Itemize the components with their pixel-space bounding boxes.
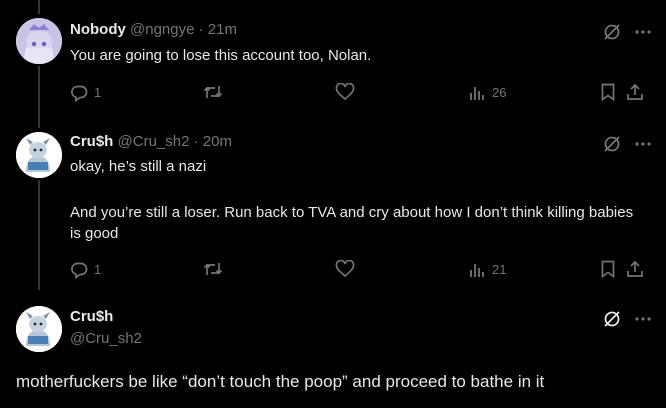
action-bar: 1 26: [70, 83, 652, 103]
like-button[interactable]: [335, 260, 355, 278]
separator: ·: [193, 133, 199, 150]
more-icon[interactable]: [634, 310, 652, 328]
bookmark-button[interactable]: [600, 260, 616, 278]
views-icon: [470, 264, 484, 277]
tweet-top-icons: [602, 134, 652, 154]
display-name[interactable]: Cru$h: [70, 307, 142, 327]
tweet-text-line-2: And you’re still a loser. Run back to TV…: [70, 204, 634, 242]
reply-count: 1: [94, 85, 102, 100]
bookmark-button[interactable]: [600, 83, 616, 101]
avatar[interactable]: [16, 132, 62, 178]
reply-count: 1: [94, 262, 102, 277]
grok-icon[interactable]: [602, 309, 622, 329]
reply-button[interactable]: 1: [70, 83, 101, 103]
display-name[interactable]: Nobody: [70, 21, 126, 38]
avatar[interactable]: [16, 18, 62, 64]
reply-button[interactable]: 1: [70, 260, 101, 280]
like-icon: [335, 83, 355, 101]
views-button[interactable]: 21: [468, 260, 506, 280]
retweet-button[interactable]: [203, 260, 223, 278]
main-tweet-text: motherfuckers be like “don’t touch the p…: [16, 372, 545, 391]
handle[interactable]: @Cru_sh2: [70, 329, 142, 349]
timestamp[interactable]: 20m: [203, 133, 232, 150]
timestamp[interactable]: 21m: [208, 21, 237, 38]
like-icon: [335, 260, 355, 278]
tweet-main[interactable]: Cru$h @Cru_sh2 motherfuckers be like “do…: [0, 290, 666, 408]
handle[interactable]: @Cru_sh2: [118, 133, 190, 150]
views-icon: [470, 87, 484, 100]
avatar[interactable]: [16, 306, 62, 352]
tweet-header: Nobody @ngngye · 21m: [70, 20, 237, 40]
retweet-icon: [203, 86, 223, 98]
reply-icon: [71, 85, 88, 102]
action-bar: 1 21: [70, 260, 652, 280]
tweet-top-icons: [602, 22, 652, 42]
separator: ·: [198, 21, 204, 38]
tweet-text-line-1: okay, he’s still a nazi: [70, 158, 207, 175]
bookmark-icon: [601, 260, 615, 278]
retweet-button[interactable]: [203, 83, 223, 101]
grok-icon[interactable]: [602, 22, 622, 42]
views-count: 21: [492, 262, 507, 277]
tweet-text: You are going to lose this account too, …: [70, 47, 372, 64]
share-button[interactable]: [626, 83, 644, 101]
reply-icon: [71, 262, 88, 279]
share-button[interactable]: [626, 260, 644, 278]
tweet-crush-reply[interactable]: Cru$h @Cru_sh2 · 20m okay, he’s still a …: [0, 120, 666, 290]
more-icon[interactable]: [634, 135, 652, 153]
retweet-icon: [203, 263, 223, 275]
main-author: Cru$h @Cru_sh2: [70, 307, 142, 349]
share-icon: [627, 260, 643, 277]
tweet-nobody[interactable]: Nobody @ngngye · 21m You are going to lo…: [0, 0, 666, 120]
display-name[interactable]: Cru$h: [70, 133, 113, 150]
like-button[interactable]: [335, 83, 355, 101]
handle[interactable]: @ngngye: [130, 21, 194, 38]
views-count: 26: [492, 85, 507, 100]
views-button[interactable]: 26: [468, 83, 506, 103]
more-icon[interactable]: [634, 23, 652, 41]
grok-icon[interactable]: [602, 134, 622, 154]
tweet-header: Cru$h @Cru_sh2 · 20m: [70, 132, 232, 152]
tweet-top-icons: [602, 309, 652, 329]
bookmark-icon: [601, 83, 615, 101]
share-icon: [627, 83, 643, 100]
